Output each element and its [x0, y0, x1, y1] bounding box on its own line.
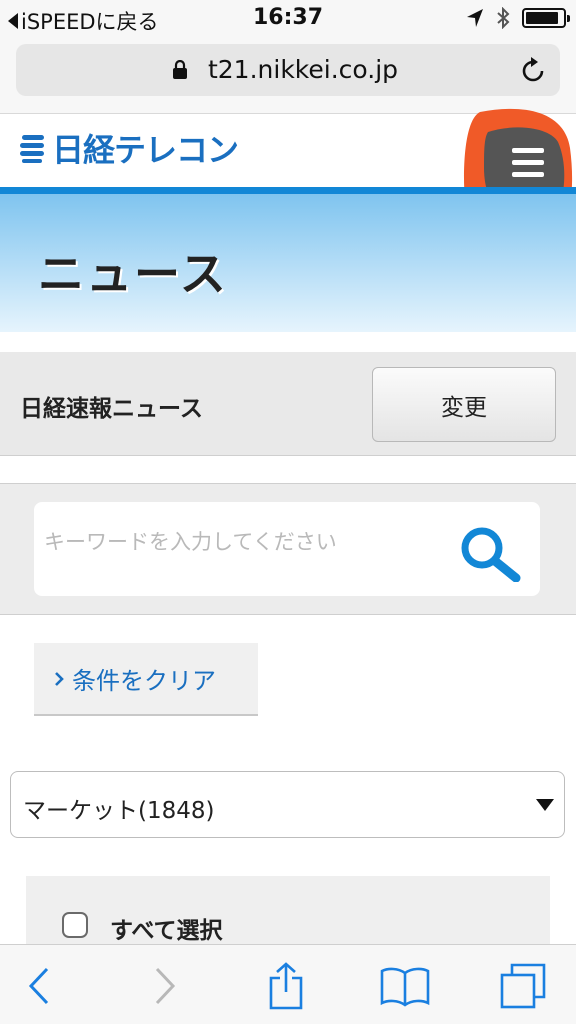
share-icon	[269, 962, 303, 1010]
tabs-button[interactable]	[498, 963, 548, 1009]
news-source-row: 日経速報ニュース 変更	[0, 352, 576, 456]
reload-icon[interactable]	[520, 56, 546, 84]
back-button[interactable]	[14, 963, 64, 1009]
select-all-label: すべて選択	[110, 918, 223, 944]
category-select[interactable]: マーケット(1848)	[10, 771, 565, 838]
share-button[interactable]	[261, 962, 311, 1010]
dropdown-arrow-icon	[536, 799, 554, 811]
forward-icon	[155, 967, 176, 1005]
browser-address-area: t21.nikkei.co.jp	[0, 36, 576, 114]
bluetooth-icon	[497, 7, 510, 29]
address-bar[interactable]: t21.nikkei.co.jp	[16, 44, 560, 96]
change-source-button[interactable]: 変更	[372, 367, 556, 442]
chevron-right-icon	[55, 671, 64, 686]
forward-button[interactable]	[140, 963, 190, 1009]
status-icons	[466, 7, 570, 29]
back-icon	[28, 967, 49, 1005]
logo-text: 日経テレコン	[52, 131, 239, 169]
news-source-label: 日経速報ニュース	[20, 396, 203, 422]
category-selected-value: マーケット(1848)	[23, 798, 215, 824]
select-all-panel: すべて選択	[26, 876, 550, 946]
header-divider	[0, 187, 576, 194]
site-logo[interactable]: 日経テレコン	[20, 125, 239, 171]
tabs-icon	[500, 963, 546, 1009]
clear-conditions-button[interactable]: 条件をクリア	[34, 643, 258, 716]
signal-arrow-icon	[467, 9, 483, 27]
select-all-checkbox[interactable]	[62, 912, 88, 938]
page-banner: ニュース	[0, 194, 576, 332]
hamburger-menu-icon	[512, 148, 544, 153]
logo-mark-icon	[20, 135, 44, 163]
url-text: t21.nikkei.co.jp	[207, 55, 399, 84]
bookmarks-icon	[380, 967, 430, 1007]
search-section	[0, 483, 576, 615]
search-input[interactable]	[44, 530, 444, 554]
status-bar: iSPEEDに戻る 16:37	[0, 0, 576, 36]
clear-conditions-label: 条件をクリア	[72, 667, 216, 695]
browser-toolbar	[0, 944, 576, 1024]
bookmarks-button[interactable]	[380, 963, 430, 1009]
search-box	[34, 502, 540, 596]
page-title: ニュース	[38, 247, 228, 301]
battery-icon	[522, 8, 570, 28]
search-icon[interactable]	[458, 524, 522, 582]
battery-level	[526, 12, 559, 24]
